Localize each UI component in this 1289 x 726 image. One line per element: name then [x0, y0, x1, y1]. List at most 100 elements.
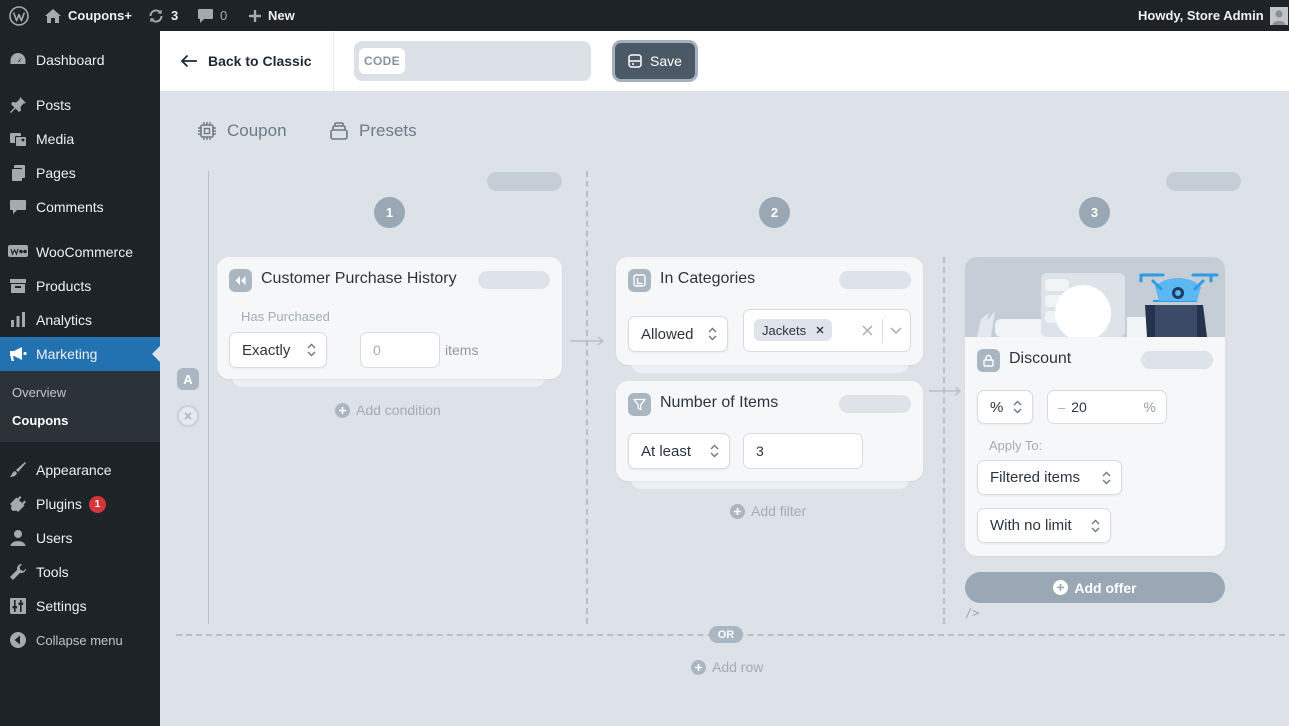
bar-chart-icon: [0, 311, 36, 329]
new-content-link[interactable]: New: [248, 0, 295, 31]
sidebar-item-label: Products: [36, 278, 92, 294]
comments-link[interactable]: 0: [197, 0, 227, 31]
purchase-count-input[interactable]: 0: [360, 332, 440, 368]
sidebar-item-appearance[interactable]: Appearance: [0, 453, 160, 487]
add-row-button[interactable]: Add row: [691, 658, 763, 676]
item-count-filter-card: Number of Items At least 3: [616, 381, 923, 481]
save-button[interactable]: Save: [612, 40, 698, 82]
code-view-toggle[interactable]: />: [965, 606, 979, 620]
plus-circle-icon: [335, 402, 350, 418]
item-count-operator-select[interactable]: At least: [628, 433, 730, 469]
sidebar-item-plugins[interactable]: Plugins 1: [0, 487, 160, 521]
clear-icon[interactable]: [862, 325, 873, 336]
category-mode-select[interactable]: Allowed: [628, 316, 728, 352]
site-name-link[interactable]: Coupons+: [44, 0, 132, 31]
user-icon: [0, 529, 36, 547]
save-icon: [628, 54, 642, 68]
sidebar-item-label: Plugins: [36, 496, 82, 512]
add-offer-button[interactable]: Add offer: [965, 572, 1225, 603]
sidebar-item-dashboard[interactable]: Dashboard: [0, 43, 160, 77]
purchase-operator-select[interactable]: Exactly: [229, 332, 327, 368]
select-value: Filtered items: [990, 469, 1081, 486]
card-menu-placeholder: [839, 271, 911, 289]
sidebar-item-analytics[interactable]: Analytics: [0, 303, 160, 337]
plug-icon: [0, 495, 36, 513]
sidebar-item-label: Analytics: [36, 312, 93, 328]
drone-delivery-illustration: [965, 257, 1225, 337]
column-action-placeholder: [1166, 172, 1241, 191]
category-multiselect[interactable]: Jackets: [743, 309, 911, 352]
tab-presets[interactable]: Presets: [329, 119, 417, 143]
avatar: [1269, 6, 1288, 25]
select-value: %: [990, 398, 1004, 416]
stack-icon: [330, 122, 348, 140]
back-to-classic-button[interactable]: Back to Classic: [180, 31, 312, 91]
select-separator: [882, 319, 883, 343]
sliders-icon: [0, 597, 36, 615]
remove-tag-icon[interactable]: [816, 326, 824, 334]
submenu-item-overview[interactable]: Overview: [12, 385, 66, 400]
card-menu-placeholder: [478, 271, 550, 289]
apply-to-select[interactable]: Filtered items: [977, 460, 1122, 495]
updates-count: 3: [171, 8, 179, 23]
sidebar-item-pages[interactable]: Pages: [0, 156, 160, 190]
sidebar-item-posts[interactable]: Posts: [0, 88, 160, 122]
tab-coupon[interactable]: Coupon: [197, 119, 287, 143]
discount-sign: –: [1058, 399, 1066, 415]
items-unit-label: items: [445, 342, 479, 358]
category-tag-chip: Jackets: [754, 319, 833, 341]
card-menu-placeholder: [1141, 351, 1213, 369]
save-label: Save: [650, 53, 682, 69]
item-count-input[interactable]: 3: [743, 433, 863, 469]
sidebar-item-label: Tools: [36, 564, 69, 580]
coupon-code-input[interactable]: CODE: [354, 41, 591, 81]
sidebar-item-marketing[interactable]: Marketing: [0, 337, 160, 371]
updates-link[interactable]: 3: [147, 0, 178, 31]
category-tag-label: Jackets: [762, 322, 807, 338]
submenu-item-coupons[interactable]: Coupons: [12, 413, 68, 428]
close-icon: [184, 412, 192, 420]
sidebar-item-settings[interactable]: Settings: [0, 589, 160, 623]
wordpress-icon: [9, 5, 29, 26]
add-filter-button[interactable]: Add filter: [730, 502, 806, 520]
home-icon: [45, 8, 61, 23]
plus-icon: [249, 9, 261, 22]
add-offer-label: Add offer: [1074, 579, 1137, 596]
chevron-down-icon[interactable]: [890, 327, 902, 335]
sidebar-item-products[interactable]: Products: [0, 269, 160, 303]
select-value: Exactly: [242, 341, 291, 359]
sidebar-item-users[interactable]: Users: [0, 521, 160, 555]
add-condition-button[interactable]: Add condition: [335, 401, 441, 419]
sidebar-item-label: Pages: [36, 165, 76, 181]
comment-bubble-icon: [198, 8, 213, 23]
collapse-menu-button[interactable]: Collapse menu: [0, 623, 160, 657]
discount-amount-input[interactable]: – 20 %: [1047, 390, 1167, 424]
select-value: With no limit: [990, 517, 1072, 534]
collapse-icon: [0, 631, 36, 649]
site-name: Coupons+: [68, 8, 132, 23]
updown-chevron-icon: [307, 343, 316, 357]
condition-card: Customer Purchase History Has Purchased …: [217, 257, 562, 379]
updown-chevron-icon: [710, 444, 719, 458]
category-icon: [628, 269, 651, 292]
sidebar-item-woocommerce[interactable]: WooCommerce: [0, 235, 160, 269]
column-action-placeholder: [487, 172, 562, 191]
admin-sidebar: Dashboard Posts Media Pages Comments Woo…: [0, 31, 160, 726]
card-menu-placeholder: [839, 395, 911, 413]
updown-chevron-icon: [1091, 519, 1100, 532]
wordpress-logo[interactable]: [9, 0, 29, 31]
refresh-icon: [149, 8, 163, 23]
item-count-filter-title: Number of Items: [660, 394, 779, 411]
flow-arrow-icon: [570, 336, 605, 346]
sidebar-item-tools[interactable]: Tools: [0, 555, 160, 589]
limit-select[interactable]: With no limit: [977, 508, 1111, 543]
sidebar-item-comments[interactable]: Comments: [0, 190, 160, 224]
account-menu[interactable]: Howdy, Store Admin: [1138, 0, 1288, 31]
sidebar-item-media[interactable]: Media: [0, 122, 160, 156]
category-filter-card: In Categories Allowed Jackets: [616, 257, 923, 365]
pin-icon: [0, 96, 36, 114]
remove-row-button[interactable]: [177, 405, 199, 427]
discount-type-select[interactable]: %: [977, 390, 1033, 424]
sidebar-item-label: WooCommerce: [36, 244, 133, 260]
sidebar-item-label: Marketing: [36, 346, 98, 362]
